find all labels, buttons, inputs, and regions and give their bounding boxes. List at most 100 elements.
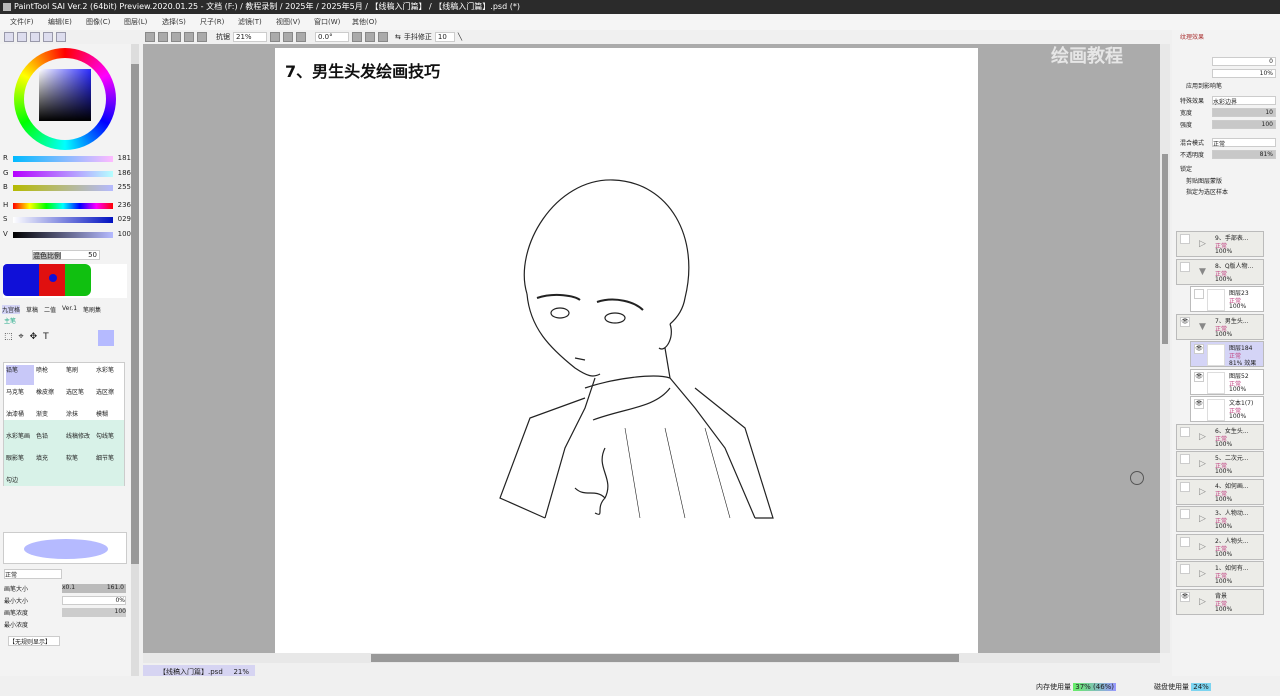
tool-slot[interactable]: 涂抹 <box>66 409 94 429</box>
redo-button[interactable] <box>158 32 168 42</box>
menu-layer[interactable]: 图层(L) <box>124 17 162 27</box>
visibility-toggle[interactable] <box>1194 289 1204 299</box>
color-wheel-toggle[interactable] <box>4 32 14 42</box>
layer-item[interactable]: ▷ 1、如何有... 正常 100% <box>1176 561 1264 587</box>
tool-slot[interactable]: 笔刷 <box>66 365 94 385</box>
folder-closed-icon[interactable]: ▷ <box>1199 432 1206 442</box>
slider-b[interactable]: B 255 <box>3 183 131 193</box>
visibility-toggle[interactable]: 👁 <box>1180 591 1190 602</box>
tool-slot[interactable]: 水彩笔画 <box>6 431 34 451</box>
effect-row[interactable]: 特殊效果 水彩边界 <box>1180 96 1276 106</box>
tool-slot[interactable]: 勾线笔 <box>96 431 124 451</box>
visibility-toggle[interactable]: 👁 <box>1194 371 1204 382</box>
visibility-toggle[interactable]: 👁 <box>1194 399 1204 409</box>
slider-h[interactable]: H 236 <box>3 201 131 211</box>
min-size-field[interactable]: 0% <box>62 596 126 605</box>
visibility-toggle[interactable]: 👁 <box>1180 316 1190 327</box>
tool-slot[interactable]: 线稿修改 <box>66 431 94 451</box>
rotate-left-button[interactable] <box>352 32 362 42</box>
tool-slot[interactable]: 勾边 <box>6 475 34 495</box>
canvas-horizontal-scrollbar[interactable] <box>143 653 1160 663</box>
menu-file[interactable]: 文件(F) <box>10 17 48 27</box>
folder-closed-icon[interactable]: ▷ <box>1199 597 1206 607</box>
swatches-toggle[interactable] <box>56 32 66 42</box>
canvas-vertical-scrollbar[interactable] <box>1160 44 1170 653</box>
density-slider[interactable]: 100 <box>62 608 126 617</box>
zoom-out-button[interactable] <box>270 32 280 42</box>
slider-track[interactable] <box>13 232 113 238</box>
menu-ruler[interactable]: 尺子(R) <box>200 17 238 27</box>
layer-item[interactable]: ▼ 8、Q版人物... 正常 100% <box>1176 258 1264 285</box>
tool-slot[interactable]: 渐变 <box>36 409 64 429</box>
folder-open-icon[interactable]: ▼ <box>1199 322 1206 332</box>
color-rgb-toggle[interactable] <box>17 32 27 42</box>
tab-binary[interactable]: 二值 <box>44 305 56 314</box>
tool-slot[interactable]: 马克笔 <box>6 387 34 407</box>
visibility-toggle[interactable] <box>1180 426 1190 437</box>
texture-scale-field[interactable]: 0 <box>1212 57 1276 66</box>
visibility-toggle[interactable]: 👁 <box>1194 344 1204 354</box>
texture-strength-row[interactable]: 10% <box>1180 69 1276 79</box>
layer-item[interactable]: ▷ 5、二次元... 正常 100% <box>1176 451 1264 477</box>
slider-track[interactable] <box>13 203 113 209</box>
layer-item[interactable]: ▷ 6、女生头... 正常 100% <box>1176 423 1264 450</box>
width-slider[interactable]: 10 <box>1212 108 1276 117</box>
texture-strength-field[interactable]: 10% <box>1212 69 1276 78</box>
layer-item[interactable]: 图层23 正常 100% <box>1190 286 1264 312</box>
ref-checkbox[interactable]: 指定为选区样本 <box>1186 187 1280 197</box>
foreground-color[interactable] <box>98 330 114 346</box>
effect-select[interactable]: 水彩边界 <box>1212 96 1276 106</box>
slider-track[interactable] <box>13 217 113 223</box>
zoom-reset-button[interactable] <box>296 32 306 42</box>
slider-track[interactable] <box>13 185 113 191</box>
tool-slot[interactable]: 铅笔 <box>6 365 34 385</box>
tab-ver1[interactable]: Ver.1 <box>62 305 77 314</box>
menu-view[interactable]: 视图(V) <box>276 17 314 27</box>
invert-selection-button[interactable] <box>184 32 194 42</box>
slider-r[interactable]: R 181 <box>3 154 131 164</box>
zoom-field[interactable]: 21% <box>233 32 267 42</box>
rotate-reset-button[interactable] <box>378 32 388 42</box>
tool-slot[interactable]: 喷枪 <box>36 365 64 385</box>
strength-slider[interactable]: 100 <box>1212 120 1276 129</box>
folder-closed-icon[interactable]: ▷ <box>1199 569 1206 579</box>
undo-button[interactable] <box>145 32 155 42</box>
tool-slot[interactable]: 选区擦 <box>96 387 124 407</box>
show-selection-button[interactable] <box>197 32 207 42</box>
rotation-field[interactable]: 0.0° <box>315 32 349 42</box>
tool-slot[interactable]: 油漆桶 <box>6 409 34 429</box>
tool-slot[interactable]: 色铅 <box>36 431 64 451</box>
color-mixer-toggle[interactable] <box>43 32 53 42</box>
visibility-toggle[interactable] <box>1180 454 1190 464</box>
opacity-row[interactable]: 不透明度 81% <box>1180 150 1276 160</box>
visibility-toggle[interactable] <box>1180 261 1190 272</box>
blend-row[interactable]: 混合模式 正常 <box>1180 138 1276 148</box>
folder-closed-icon[interactable]: ▷ <box>1199 459 1206 469</box>
slider-track[interactable] <box>13 156 113 162</box>
tool-slot[interactable]: 软笔 <box>66 453 94 473</box>
tab-brushset[interactable]: 笔刷集 <box>83 305 101 314</box>
stabilizer-field[interactable]: 10 <box>434 32 455 42</box>
color-hsv-toggle[interactable] <box>30 32 40 42</box>
color-saturation-square[interactable] <box>39 69 91 121</box>
width-row[interactable]: 宽度 10 <box>1180 108 1276 118</box>
folder-closed-icon[interactable]: ▷ <box>1199 514 1206 524</box>
layer-item[interactable]: 👁 图层184 正常 81% 效果 <box>1190 341 1264 367</box>
strength-row[interactable]: 强度 100 <box>1180 120 1276 130</box>
slider-track[interactable] <box>13 171 113 177</box>
slider-s[interactable]: S 029 <box>3 215 131 225</box>
clip-checkbox[interactable]: 剪贴图层蒙版 <box>1186 176 1280 186</box>
rotate-right-button[interactable] <box>365 32 375 42</box>
tool-slot[interactable]: 选区笔 <box>66 387 94 407</box>
tool-slot[interactable]: 填充 <box>36 453 64 473</box>
opacity-slider[interactable]: 81% <box>1212 150 1276 159</box>
menu-window[interactable]: 窗口(W) <box>314 17 352 27</box>
selection-tools[interactable]: ⬚⌖✥T <box>4 332 55 342</box>
blend-select[interactable]: 正常 <box>1212 138 1276 148</box>
folder-closed-icon[interactable]: ▷ <box>1199 239 1206 249</box>
texture-scale-row[interactable]: 0 <box>1180 57 1276 67</box>
brush-shape-select[interactable]: 【无规则显示】 <box>8 636 60 646</box>
tool-slot[interactable]: 模糊 <box>96 409 124 429</box>
folder-open-icon[interactable]: ▼ <box>1199 267 1206 277</box>
canvas-page[interactable]: 7、男生头发绘画技巧 <box>275 48 978 653</box>
